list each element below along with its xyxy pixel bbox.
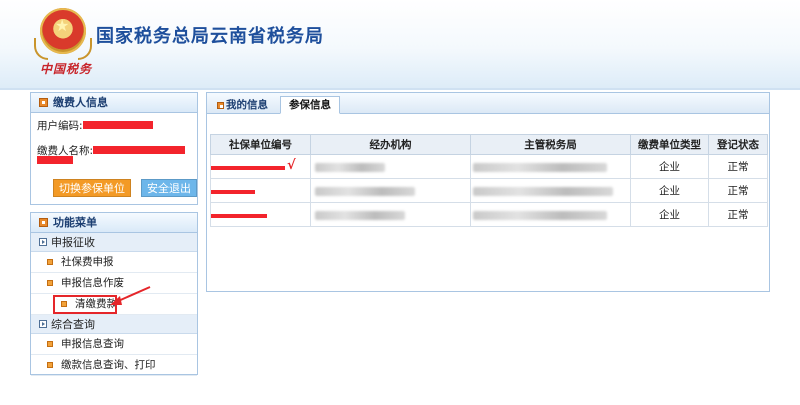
blurred-text <box>315 163 385 172</box>
unit-code-redaction <box>211 190 255 194</box>
panel-square-icon <box>39 98 48 107</box>
tab-my-info[interactable]: 我的信息 <box>209 96 276 114</box>
page-title: 国家税务总局云南省税务局 <box>96 26 324 47</box>
status-cell: 正常 <box>708 202 768 227</box>
payer-info-title-text: 缴费人信息 <box>53 95 108 109</box>
bullet-icon <box>47 341 53 347</box>
menu-group-query[interactable]: 综合查询 <box>31 315 197 334</box>
tab-square-icon <box>217 101 224 109</box>
blurred-text <box>473 187 613 196</box>
agency-cell <box>310 178 471 203</box>
user-name-redaction-2 <box>37 156 73 164</box>
col-header-unit-code: 社保单位编号 <box>210 134 311 155</box>
tax-bureau-cell <box>470 178 631 203</box>
menu-item-label: 缴款信息查询、打印 <box>61 358 156 371</box>
unit-type-cell: 企业 <box>630 154 709 179</box>
menu-group-label: 综合查询 <box>51 317 95 331</box>
user-code-label: 用户编码: <box>37 120 83 132</box>
tab-bar: 我的信息 参保信息 <box>206 92 770 114</box>
col-header-agency: 经办机构 <box>310 134 471 155</box>
tax-emblem-icon: ★ <box>34 8 92 60</box>
menu-group-declare[interactable]: 申报征收 <box>31 233 197 252</box>
unit-code-cell <box>210 202 311 227</box>
col-header-status: 登记状态 <box>708 134 768 155</box>
page-header: ★ 中国税务 国家税务总局云南省税务局 <box>0 0 800 88</box>
status-cell: 正常 <box>708 178 768 203</box>
payer-info-title: 缴费人信息 <box>31 93 197 113</box>
unit-type-cell: 企业 <box>630 178 709 203</box>
menu-item-payment-query-print[interactable]: 缴款信息查询、打印 <box>31 355 197 376</box>
menu-item-declaration-query[interactable]: 申报信息查询 <box>31 334 197 355</box>
user-name-redaction-1 <box>93 146 185 154</box>
menu-item-label: 申报信息查询 <box>61 337 124 350</box>
user-code-redaction <box>83 121 153 129</box>
agency-cell <box>310 202 471 227</box>
status-cell: 正常 <box>708 154 768 179</box>
table-row[interactable]: √ 企业 正常 <box>210 154 768 179</box>
tab-label: 我的信息 <box>226 98 268 111</box>
table-row[interactable]: 企业 正常 <box>210 178 768 203</box>
unit-type-cell: 企业 <box>630 202 709 227</box>
logout-button[interactable]: 安全退出 <box>141 179 197 197</box>
check-mark-icon: √ <box>287 158 296 173</box>
red-arrow-annotation-icon <box>110 286 151 305</box>
function-menu-title: 功能菜单 <box>31 213 197 233</box>
switch-unit-button[interactable]: 切换参保单位 <box>53 179 131 197</box>
blurred-text <box>473 163 607 172</box>
expand-arrow-icon <box>39 320 47 328</box>
table-row[interactable]: 企业 正常 <box>210 202 768 227</box>
agency-cell <box>310 154 471 179</box>
bullet-icon <box>61 301 67 307</box>
tax-bureau-cell <box>470 202 631 227</box>
header-divider <box>0 88 800 90</box>
menu-item-social-insurance-declare[interactable]: 社保费申报 <box>31 252 197 273</box>
tab-insurance-info[interactable]: 参保信息 <box>280 96 340 114</box>
blurred-text <box>473 211 607 220</box>
highlight-box: 清缴费款 <box>53 294 117 314</box>
panel-square-icon <box>39 218 48 227</box>
insurance-table: 社保单位编号 经办机构 主管税务局 缴费单位类型 登记状态 √ 企业 正常 企业… <box>210 134 768 227</box>
bullet-icon <box>47 259 53 265</box>
col-header-tax-bureau: 主管税务局 <box>470 134 631 155</box>
expand-arrow-icon <box>39 238 47 246</box>
unit-code-redaction <box>211 214 267 218</box>
menu-group-label: 申报征收 <box>51 235 95 249</box>
table-header-row: 社保单位编号 经办机构 主管税务局 缴费单位类型 登记状态 <box>210 134 768 155</box>
unit-code-redaction <box>211 166 285 170</box>
payer-info-panel: 缴费人信息 用户编码: 缴费人名称: 切换参保单位 安全退出 <box>30 92 198 205</box>
unit-code-cell: √ <box>210 154 311 179</box>
brand-script-logo: 中国税务 <box>40 62 93 76</box>
col-header-unit-type: 缴费单位类型 <box>630 134 709 155</box>
bullet-icon <box>47 362 53 368</box>
insurance-info-content: 社保单位编号 经办机构 主管税务局 缴费单位类型 登记状态 √ 企业 正常 企业… <box>206 114 770 292</box>
blurred-text <box>315 187 415 196</box>
tax-bureau-cell <box>470 154 631 179</box>
bullet-icon <box>47 280 53 286</box>
function-menu-title-text: 功能菜单 <box>53 215 97 229</box>
unit-code-cell <box>210 178 311 203</box>
menu-item-label: 社保费申报 <box>61 255 114 268</box>
blurred-text <box>315 211 405 220</box>
